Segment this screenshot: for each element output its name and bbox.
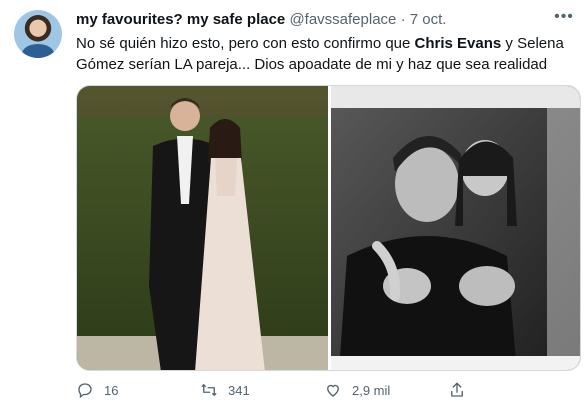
reply-button[interactable]: 16 xyxy=(76,381,118,399)
display-name[interactable]: my favourites? my safe place xyxy=(76,11,285,28)
more-options-icon[interactable]: ••• xyxy=(550,8,578,28)
retweet-button[interactable]: 341 xyxy=(200,381,250,399)
reply-icon xyxy=(78,383,92,399)
like-count: 2,9 mil xyxy=(352,382,391,398)
tweet-media[interactable] xyxy=(76,85,581,371)
header-separator: · xyxy=(400,11,406,28)
media-images xyxy=(77,86,581,371)
tweet-text: No sé quién hizo esto, pero con esto con… xyxy=(76,33,566,75)
tweet-header: my favourites? my safe place @favssafepl… xyxy=(76,11,446,28)
tweet-text-bold: Chris Evans xyxy=(414,35,502,52)
tweet[interactable]: my favourites? my safe place @favssafepl… xyxy=(0,0,586,415)
heart-icon xyxy=(327,384,339,397)
share-icon xyxy=(451,382,463,397)
tweet-date[interactable]: 7 oct. xyxy=(410,11,447,28)
retweet-icon xyxy=(201,384,217,396)
like-button[interactable]: 2,9 mil xyxy=(324,381,390,399)
avatar-shirt-shape xyxy=(22,44,54,58)
reply-count: 16 xyxy=(104,382,119,398)
tweet-actions: 16 341 2,9 mil xyxy=(76,381,576,405)
tweet-text-part1: No sé quién hizo esto, pero con esto con… xyxy=(76,35,415,52)
retweet-count: 341 xyxy=(228,382,250,398)
user-handle[interactable]: @favssafeplace xyxy=(289,11,396,28)
share-button[interactable] xyxy=(448,381,476,399)
photo-left[interactable] xyxy=(77,86,328,371)
profile-avatar[interactable] xyxy=(14,10,62,58)
photo-right[interactable] xyxy=(331,86,581,371)
